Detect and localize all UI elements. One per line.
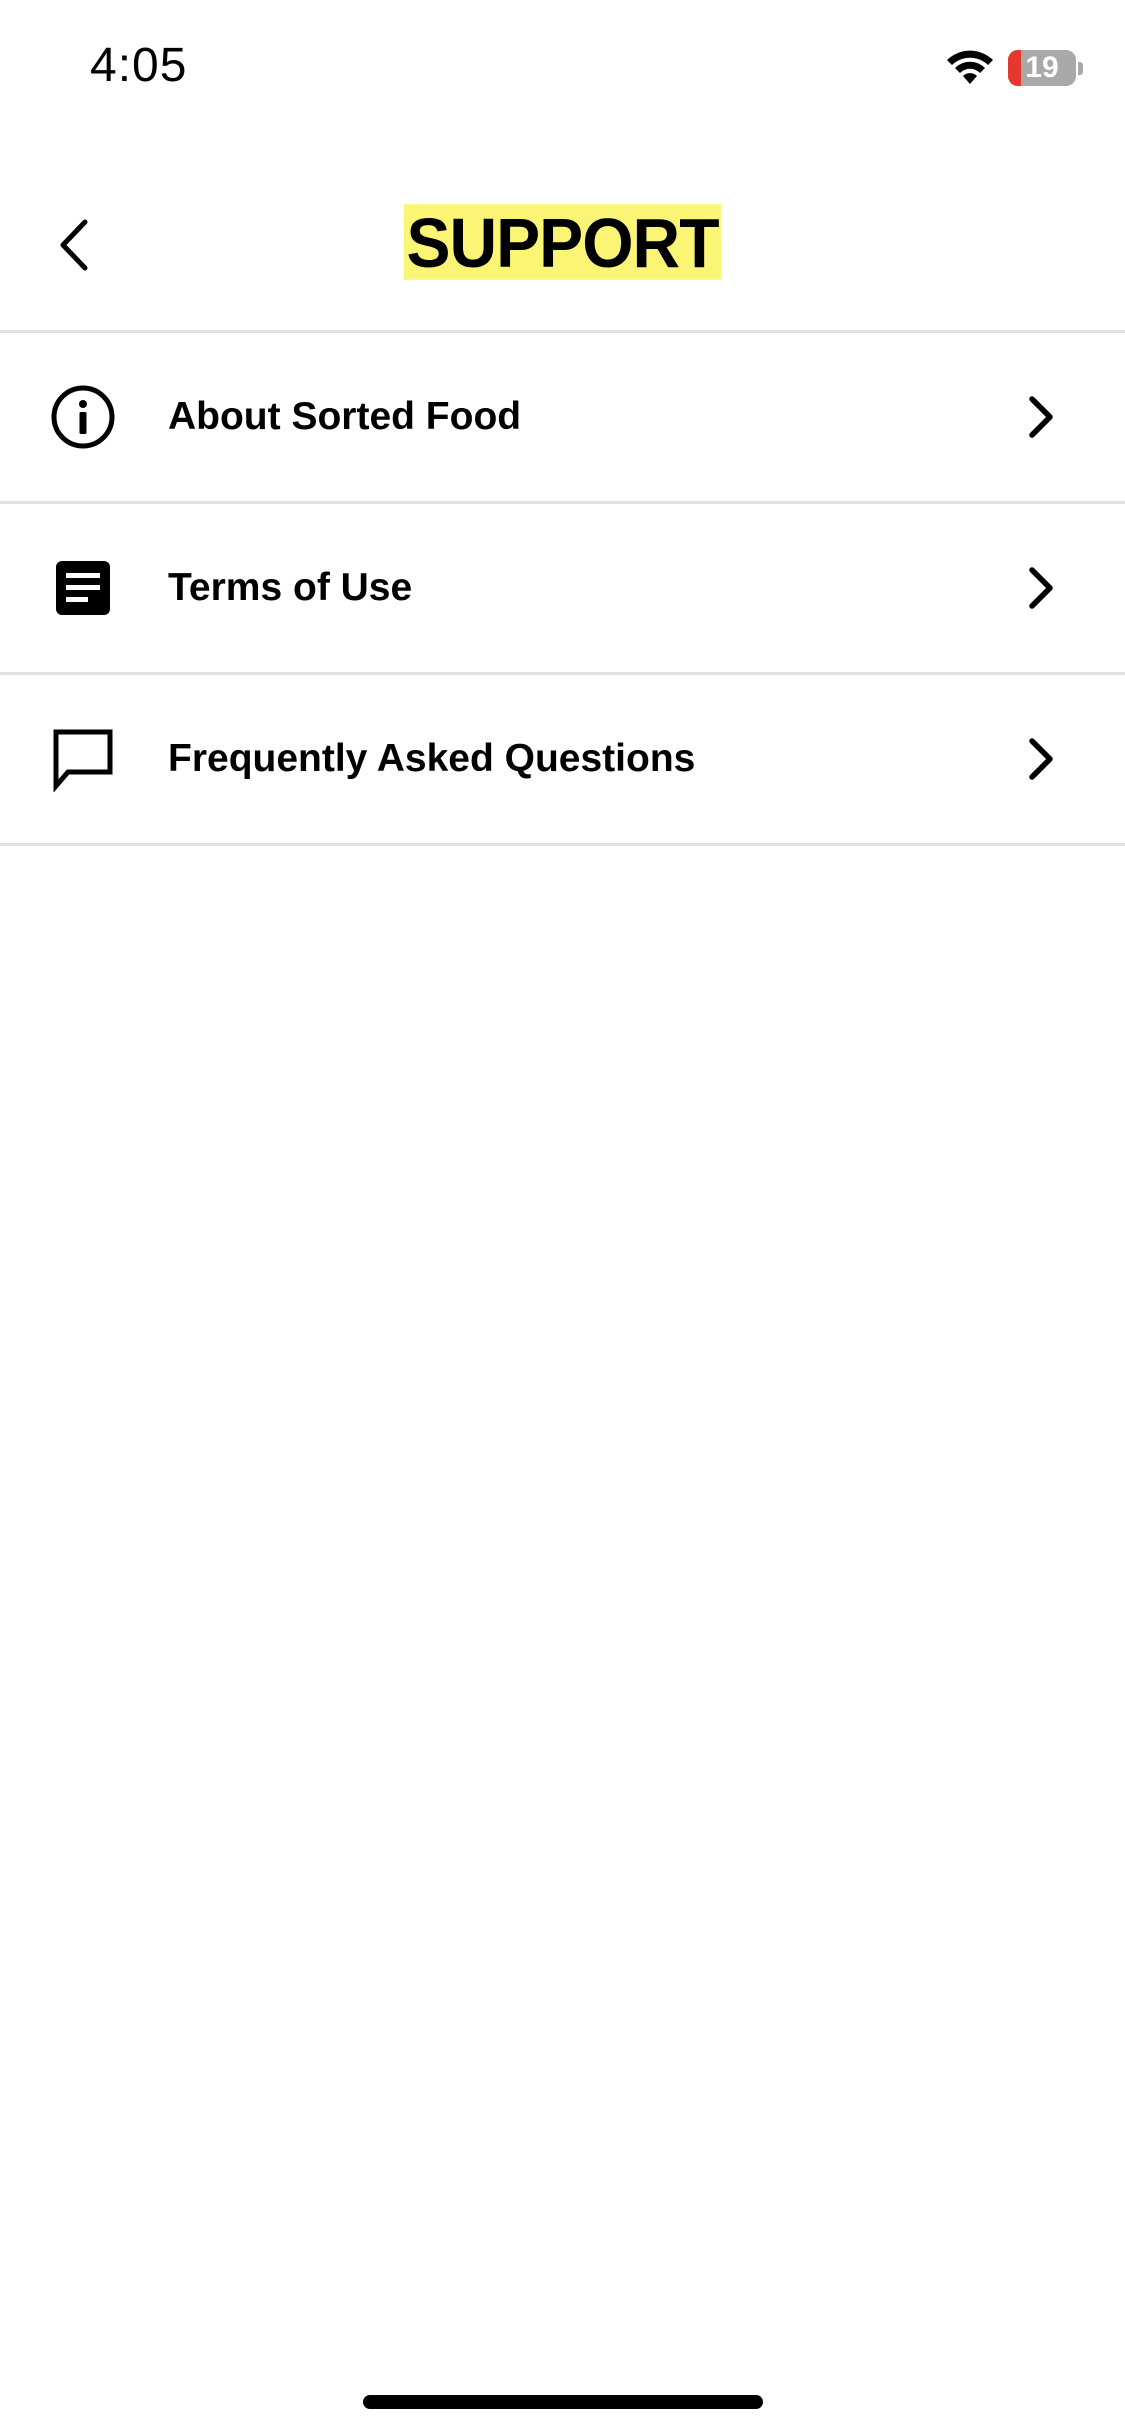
- info-icon: [51, 385, 115, 449]
- menu-item-about[interactable]: About Sorted Food: [0, 333, 1125, 504]
- status-bar: 4:05 19: [0, 0, 1125, 140]
- chevron-right-icon: [1029, 567, 1053, 609]
- chat-bubble-icon: [53, 729, 113, 792]
- battery-level: 19: [1025, 51, 1059, 84]
- chevron-right-icon: [1029, 738, 1053, 780]
- page-title: SUPPORT: [0, 204, 1125, 282]
- wifi-icon: [947, 50, 993, 84]
- status-time: 4:05: [90, 39, 188, 92]
- menu-item-label: Terms of Use: [168, 566, 413, 609]
- support-menu: About Sorted Food Terms of Use Frequentl…: [0, 333, 1125, 846]
- menu-item-label: Frequently Asked Questions: [168, 737, 696, 780]
- battery-icon: 19: [1008, 50, 1076, 86]
- home-indicator[interactable]: [363, 2395, 763, 2409]
- header: SUPPORT: [0, 180, 1125, 330]
- chevron-right-icon: [1029, 396, 1053, 438]
- menu-item-label: About Sorted Food: [168, 395, 522, 438]
- menu-item-terms[interactable]: Terms of Use: [0, 504, 1125, 675]
- document-icon: [56, 561, 110, 615]
- page-title-text: SUPPORT: [404, 204, 721, 282]
- battery-cap: [1078, 62, 1083, 75]
- menu-item-faq[interactable]: Frequently Asked Questions: [0, 675, 1125, 846]
